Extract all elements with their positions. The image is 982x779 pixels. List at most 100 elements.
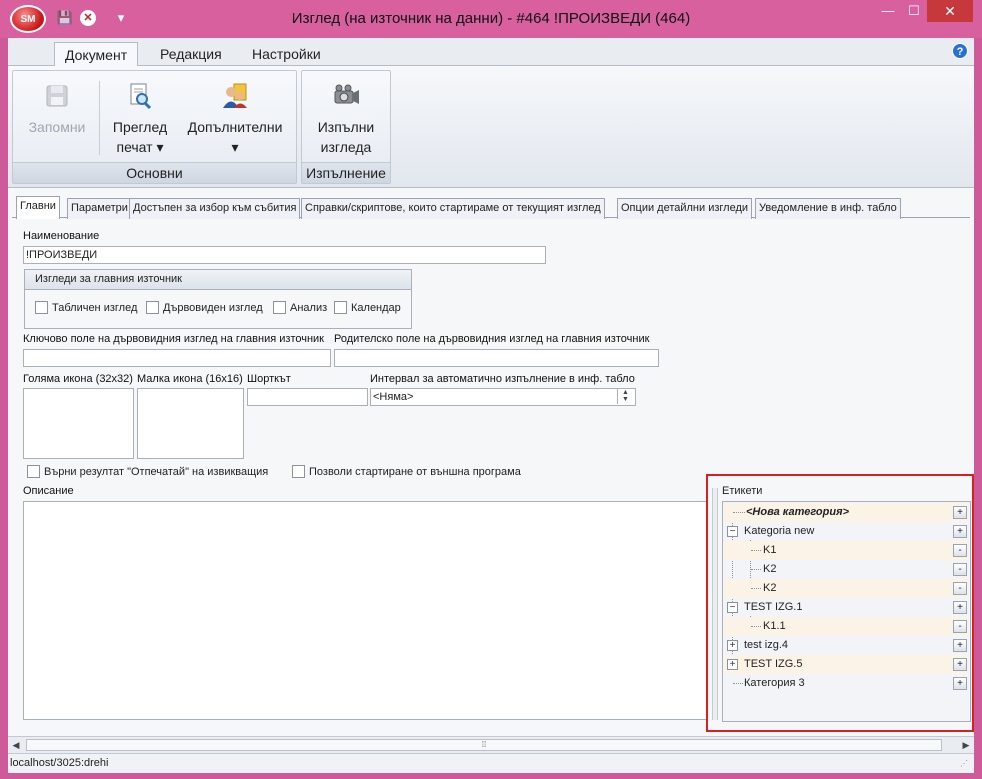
scroll-right-icon[interactable]: ▶ xyxy=(958,737,974,753)
expand-icon[interactable]: + xyxy=(727,640,738,651)
remove-icon[interactable]: - xyxy=(953,620,967,633)
table-view-checkbox-label: Табличен изглед xyxy=(52,302,138,314)
execute-view-label-1: Изпълни xyxy=(317,119,375,135)
close-window-button[interactable]: ✕ xyxy=(927,0,973,22)
ribbon-group-basic-label: Основни xyxy=(13,162,296,183)
views-group-title: Изгледи за главния източник xyxy=(25,270,411,290)
execute-view-button[interactable]: Изпълни изгледа xyxy=(302,71,390,157)
description-textarea[interactable] xyxy=(23,501,707,720)
interval-spinner[interactable]: ▲ ▼ xyxy=(617,388,633,404)
views-group: Изгледи за главния източник Табличен изг… xyxy=(24,269,412,329)
ribbon-body: Запомни Преглед печат ▾ Допълнителни ▾ О… xyxy=(8,66,974,188)
remove-icon[interactable]: - xyxy=(953,582,967,595)
tab-parameters[interactable]: Параметри xyxy=(67,198,132,219)
help-icon[interactable]: ? xyxy=(952,43,968,59)
add-icon[interactable]: + xyxy=(953,525,967,538)
tree-view-checkbox[interactable]: Дървовиден изглед xyxy=(146,301,263,315)
ribbon-group-execution: Изпълни изгледа Изпълнение xyxy=(301,70,391,184)
status-bar: localhost/3025:drehi ⋰ xyxy=(8,753,974,773)
ribbon-tab-bar: Документ Редакция Настройки ? xyxy=(8,38,974,67)
calendar-checkbox-label: Календар xyxy=(351,302,401,314)
ribbon-tab-document[interactable]: Документ xyxy=(54,42,139,67)
tag-test-izg-1[interactable]: − TEST IZG.1 + xyxy=(724,598,969,617)
tree-connector xyxy=(751,588,761,589)
resize-grip-icon[interactable]: ⋰ xyxy=(960,758,972,770)
grip-icon: ⁞⁞ xyxy=(481,740,487,749)
tag-test-izg-4[interactable]: + test izg.4 + xyxy=(724,636,969,655)
analysis-checkbox[interactable]: Анализ xyxy=(273,301,327,315)
return-result-checkbox[interactable]: Върни резултат "Отпечатай" на извикващия xyxy=(27,465,268,479)
interval-select[interactable]: <Няма> xyxy=(370,388,636,406)
tree-connector xyxy=(751,569,761,570)
checkbox-box xyxy=(35,301,48,314)
additional-button[interactable]: Допълнителни ▾ xyxy=(179,71,291,157)
add-icon[interactable]: + xyxy=(953,506,967,519)
parent-field-label: Родителско поле на дървовидния изглед на… xyxy=(334,333,650,345)
maximize-button[interactable]: ☐ xyxy=(901,0,927,22)
key-field-input[interactable] xyxy=(23,349,331,367)
big-icon-box[interactable] xyxy=(23,388,134,459)
scroll-left-icon[interactable]: ◀ xyxy=(8,737,24,753)
allow-external-checkbox[interactable]: Позволи стартиране от външна програма xyxy=(292,465,521,479)
tag-k2-label: K2 xyxy=(763,563,777,575)
tag-k1[interactable]: K1 - xyxy=(724,541,969,560)
add-icon[interactable]: + xyxy=(953,677,967,690)
collapse-icon[interactable]: − xyxy=(727,526,738,537)
expand-icon[interactable]: + xyxy=(727,659,738,670)
checkbox-box xyxy=(334,301,347,314)
save-button[interactable]: Запомни xyxy=(17,71,97,137)
tag-k2-second-label: K2 xyxy=(763,582,777,594)
execute-view-label-2: изгледа xyxy=(320,139,372,155)
tag-kategoria-new-label: Kategoria new xyxy=(744,525,815,537)
remove-icon[interactable]: - xyxy=(953,563,967,576)
tag-test-izg-5[interactable]: + TEST IZG.5 + xyxy=(724,655,969,674)
ribbon-tab-edit[interactable]: Редакция xyxy=(150,42,232,66)
tag-k1-label: K1 xyxy=(763,544,777,556)
projector-icon xyxy=(334,84,359,104)
remove-icon[interactable]: - xyxy=(953,544,967,557)
tag-new-category[interactable]: <Нова категория> + xyxy=(724,503,969,522)
add-icon[interactable]: + xyxy=(953,601,967,614)
window-title: Изглед (на източник на данни) - #464 !ПР… xyxy=(291,10,691,27)
tags-splitter[interactable] xyxy=(712,488,718,720)
additional-label-1: Допълнителни xyxy=(187,119,283,135)
tree-connector xyxy=(751,550,761,551)
tab-detail-view-options[interactable]: Опции детайлни изгледи xyxy=(617,198,753,219)
print-preview-button[interactable]: Преглед печат ▾ xyxy=(105,71,175,157)
interval-label: Интервал за автоматично изпълнение в инф… xyxy=(370,373,635,385)
collapse-icon[interactable]: − xyxy=(727,602,738,613)
tag-category-3[interactable]: Категория 3 + xyxy=(724,674,969,693)
ribbon-tab-settings[interactable]: Настройки xyxy=(242,42,331,66)
spin-up-icon[interactable]: ▲ xyxy=(618,389,633,396)
ribbon-separator xyxy=(99,81,100,155)
parent-field-input[interactable] xyxy=(334,349,659,367)
shortcut-input[interactable] xyxy=(247,388,368,406)
add-icon[interactable]: + xyxy=(953,658,967,671)
small-icon-box[interactable] xyxy=(137,388,244,459)
tag-kategoria-new[interactable]: − Kategoria new + xyxy=(724,522,969,541)
checkbox-box xyxy=(273,301,286,314)
name-input[interactable]: !ПРОИЗВЕДИ xyxy=(23,246,546,264)
key-field-label: Ключово поле на дървовидния изглед на гл… xyxy=(23,333,324,345)
checkbox-box xyxy=(292,465,305,478)
spin-down-icon[interactable]: ▼ xyxy=(618,396,633,403)
tag-k2[interactable]: K2 - xyxy=(724,560,969,579)
tab-dashboard-notification[interactable]: Уведомление в инф. табло xyxy=(755,198,901,219)
small-icon-label: Малка икона (16x16) xyxy=(137,373,243,385)
tag-k1-1[interactable]: K1.1 - xyxy=(724,617,969,636)
save-button-label: Запомни xyxy=(28,119,86,135)
title-bar: SM 💾 ✕ ▾ Изглед (на източник на данни) -… xyxy=(0,0,982,38)
table-view-checkbox[interactable]: Табличен изглед xyxy=(35,301,137,315)
minimize-button[interactable]: — xyxy=(875,0,901,22)
checkbox-box xyxy=(27,465,40,478)
tree-connector xyxy=(733,683,743,684)
ribbon-group-execution-label: Изпълнение xyxy=(302,162,390,183)
tag-k2-second[interactable]: K2 - xyxy=(724,579,969,598)
add-icon[interactable]: + xyxy=(953,639,967,652)
tab-main[interactable]: Главни xyxy=(16,196,60,219)
tab-events-access[interactable]: Достъпен за избор към събития xyxy=(129,198,301,219)
horizontal-scrollbar[interactable]: ◀ ⁞⁞ ▶ xyxy=(8,736,974,753)
calendar-checkbox[interactable]: Календар xyxy=(334,301,401,315)
scroll-thumb[interactable]: ⁞⁞ xyxy=(26,739,942,751)
tab-reports-scripts[interactable]: Справки/скриптове, които стартираме от т… xyxy=(301,198,605,219)
